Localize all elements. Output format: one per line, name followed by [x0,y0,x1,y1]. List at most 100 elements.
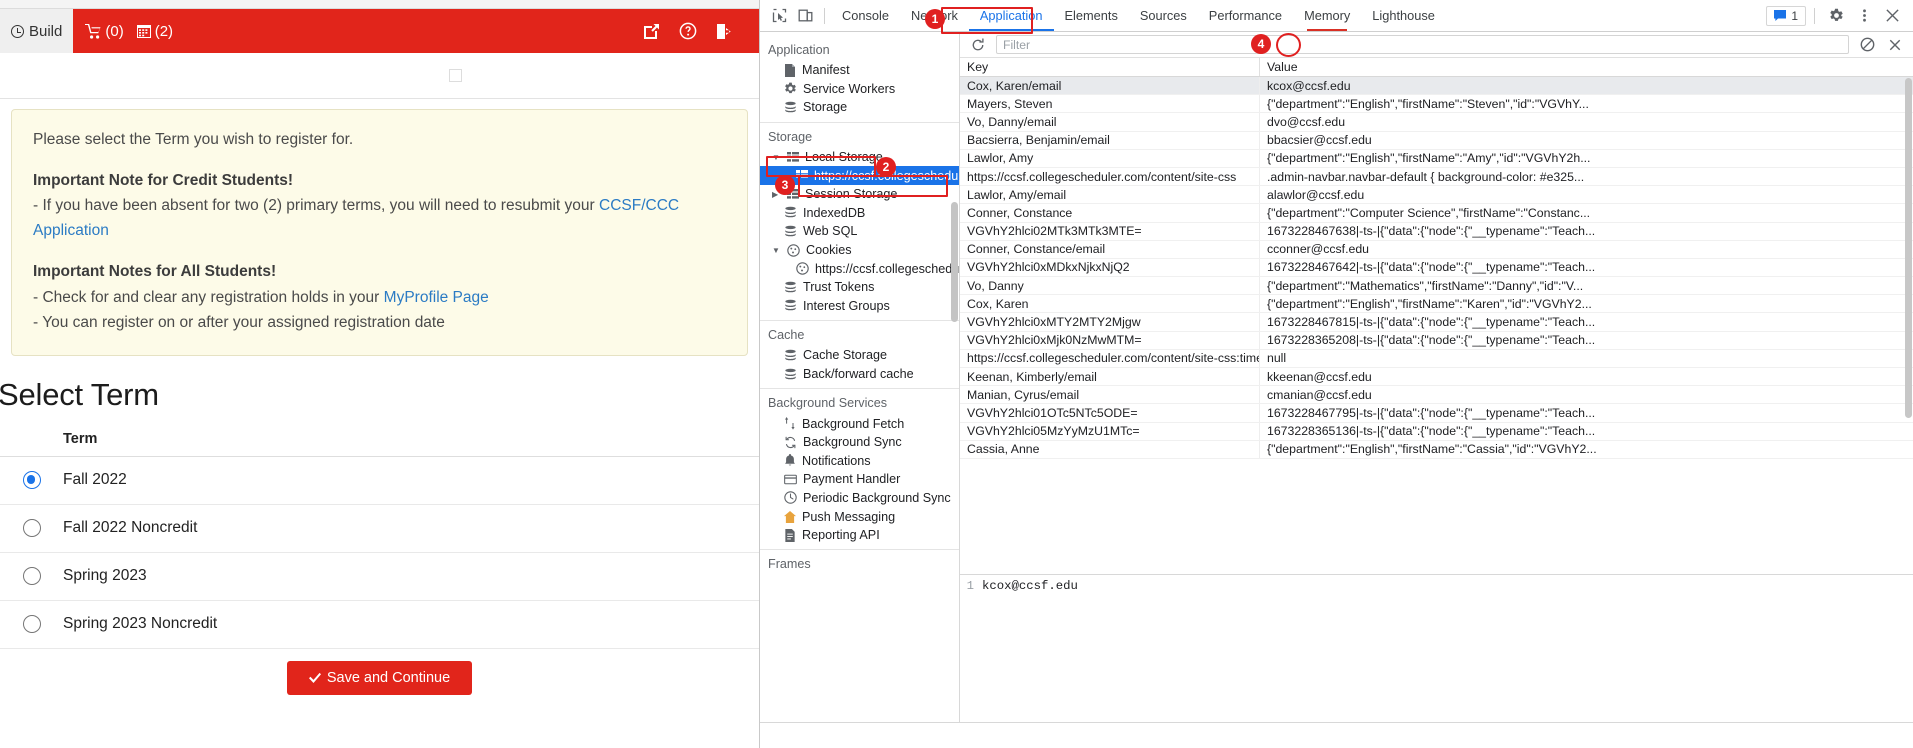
sidebar-item-periodic-background-sync[interactable]: Periodic Background Sync [760,489,959,508]
term-radio-spring-2023-noncredit[interactable] [22,615,41,634]
table-row[interactable]: Manian, Cyrus/email cmanian@ccsf.edu [960,386,1913,405]
sidebar-item-label: IndexedDB [803,205,866,220]
tab-lighthouse[interactable]: Lighthouse [1361,0,1446,31]
payment-icon [784,474,797,485]
tab-label: Application [979,8,1043,23]
chevron-down-icon[interactable]: ▼ [772,246,781,255]
tab-sources[interactable]: Sources [1129,0,1198,31]
build-label: Build [29,22,63,40]
table-row[interactable]: https://ccsf.collegescheduler.com/conten… [960,349,1913,368]
table-row[interactable]: Bacsierra, Benjamin/email bbacsier@ccsf.e… [960,131,1913,150]
sidebar-item-local-storage[interactable]: ▼ Local Storage [760,148,959,167]
message-count-badge[interactable]: 1 [1766,5,1806,26]
section-background-services: Background Services [768,396,888,411]
refresh-icon[interactable] [968,35,988,55]
sync-icon [785,436,796,448]
tab-performance[interactable]: Performance [1198,0,1293,31]
table-row[interactable]: Cox, Karen/email kcox@ccsf.edu [960,77,1913,96]
table-row[interactable]: VGVhY2hlci0xMjk0NzMwMTM= 1673228365208|-t… [960,331,1913,350]
table-row[interactable]: Conner, Constance/email cconner@ccsf.edu [960,240,1913,259]
bell-icon [785,454,795,466]
help-icon[interactable] [679,22,697,40]
more-options-icon[interactable] [1851,3,1877,29]
tab-label: Elements [1064,8,1118,23]
table-rows: Cox, Karen/email kcox@ccsf.edu Mayers, Ste… [960,77,1913,574]
myprofile-link[interactable]: MyProfile Page [384,289,489,306]
annotation-badge-1: 1 [925,9,945,29]
table-row[interactable]: Conner, Constance {"department":"Computer… [960,204,1913,223]
delete-selected-icon[interactable] [1885,35,1905,55]
web-page-pane: Build (0) (2) Please select the Term you… [0,0,760,748]
cookie-icon [787,243,800,257]
table-row[interactable]: Keenan, Kimberly/email kkeenan@ccsf.edu [960,368,1913,387]
calendar-indicator[interactable]: (2) [136,23,173,40]
cart-indicator[interactable]: (0) [85,23,124,40]
device-toolbar-icon[interactable] [792,3,818,29]
notice-line-2: - If you have been absent for two (2) pr… [33,197,599,215]
sidebar-item-push-messaging[interactable]: Push Messaging [760,507,959,526]
save-and-continue-button[interactable]: Save and Continue [286,660,473,695]
sidebar-item-storage[interactable]: Storage [760,98,959,117]
external-link-icon[interactable] [643,23,660,40]
table-row[interactable]: Cassia, Anne {"department":"English","fir… [960,440,1913,459]
sidebar-item-payment-handler[interactable]: Payment Handler [760,470,959,489]
sidebar-item-indexeddb[interactable]: IndexedDB [760,204,959,223]
sidebar-item-web-sql[interactable]: Web SQL [760,222,959,241]
sidebar-item-interest-groups[interactable]: Interest Groups [760,297,959,316]
table-cell-key: Vo, Danny/email [960,113,1260,131]
close-devtools-icon[interactable] [1879,3,1905,29]
sidebar-item-trust-tokens[interactable]: Trust Tokens [760,278,959,297]
sidebar-item-notifications[interactable]: Notifications [760,452,959,471]
table-row[interactable]: VGVhY2hlci0xMDkxNjkxNjQ2 1673228467642|-t… [960,258,1913,278]
column-header-value[interactable]: Value [1260,58,1913,76]
tab-label: Performance [1208,8,1283,23]
table-row[interactable]: VGVhY2hlci02MTk3MTk3MTE= 1673228467638|-t… [960,222,1913,241]
sidebar-item-service-workers[interactable]: Service Workers [760,80,959,99]
settings-gear-icon[interactable] [1823,3,1849,29]
tab-elements[interactable]: Elements [1054,0,1129,31]
build-tab[interactable]: Build [0,9,74,53]
clear-storage-icon[interactable] [1857,35,1877,55]
value-preview-panel: 1 kcox@ccsf.edu [960,574,1913,722]
table-row[interactable]: Lawlor, Amy {"department":"English","firs… [960,149,1913,168]
table-row[interactable]: Lawlor, Amy/email alawlor@ccsf.edu [960,186,1913,205]
table-row[interactable]: Cox, Karen {"department":"English","first… [960,295,1913,314]
frames-bottom-bar[interactable] [760,722,1913,748]
sidebar-item-reporting-api[interactable]: Reporting API [760,526,959,545]
table-scrollbar[interactable] [1905,78,1912,418]
table-row[interactable]: VGVhY2hlci01OTc5NTc5ODE= 1673228467795|-t… [960,404,1913,423]
term-radio-fall-2022-noncredit[interactable] [22,519,41,538]
table-row[interactable]: Fall 2022 Noncredit [0,505,759,553]
filter-input[interactable]: Filter [996,35,1849,54]
chevron-down-icon[interactable]: ▼ [772,153,781,162]
table-row[interactable]: https://ccsf.collegescheduler.com/conten… [960,167,1913,187]
sidebar-item-background-sync[interactable]: Background Sync [760,433,959,452]
table-row[interactable]: Spring 2023 [0,553,759,601]
table-row[interactable]: Fall 2022 [0,457,759,505]
tab-memory[interactable]: Memory [1293,0,1361,31]
sidebar-item-cache-storage[interactable]: Cache Storage [760,346,959,365]
sidebar-item-back-forward-cache[interactable]: Back/forward cache [760,365,959,384]
sidebar-item-manifest[interactable]: Manifest [760,61,959,80]
tab-console[interactable]: Console [831,0,900,31]
logout-icon[interactable] [716,23,733,40]
table-row[interactable]: Spring 2023 Noncredit [0,601,759,649]
tab-application[interactable]: Application [968,0,1054,31]
table-row[interactable]: VGVhY2hlci0xMTY2MTY2Mjgw 1673228467815|-t… [960,313,1913,332]
sidebar-scrollbar[interactable] [951,202,958,322]
table-row[interactable]: Vo, Danny {"department":"Mathematics","fi… [960,277,1913,296]
sidebar-item-cookie-origin[interactable]: https://ccsf.collegescheduler [760,259,959,278]
column-header-key[interactable]: Key [960,58,1260,76]
devtools-body: Application Manifest Service Workers Sto… [760,32,1913,722]
preview-content: kcox@ccsf.edu [982,579,1078,593]
sidebar-item-background-fetch[interactable]: Background Fetch [760,414,959,433]
table-row[interactable]: Mayers, Steven {"department":"English","f… [960,95,1913,114]
term-radio-fall-2022[interactable] [22,471,41,490]
table-row[interactable]: VGVhY2hlci05MzYyMzU1MTc= 1673228365136|-t… [960,422,1913,441]
table-cell-value: {"department":"English","firstName":"Ste… [1267,96,1589,111]
term-radio-spring-2023[interactable] [22,567,41,586]
sidebar-item-cookies[interactable]: ▼ Cookies [760,241,959,260]
tab-label: Memory [1304,8,1351,23]
inspect-element-icon[interactable] [766,3,792,29]
table-row[interactable]: Vo, Danny/email dvo@ccsf.edu [960,113,1913,132]
